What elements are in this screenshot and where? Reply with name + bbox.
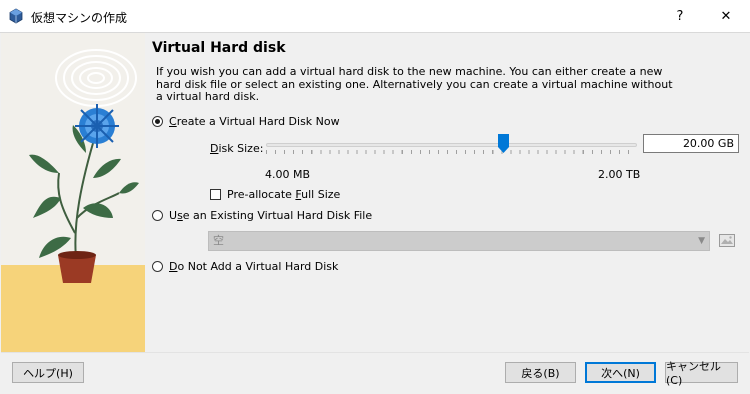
- no-disk-radio[interactable]: [152, 261, 163, 272]
- existing-disk-label[interactable]: Use an Existing Virtual Hard Disk File: [169, 209, 372, 222]
- existing-disk-label-suffix: e an Existing Virtual Hard Disk File: [182, 209, 373, 222]
- button-bar-divider: [1, 352, 749, 353]
- no-disk-label[interactable]: Do Not Add a Virtual Hard Disk: [169, 260, 338, 273]
- back-button[interactable]: 戻る(B): [505, 362, 576, 383]
- create-disk-label-suffix: reate a Virtual Hard Disk Now: [176, 115, 340, 128]
- preallocate-label-suffix: ull Size: [301, 188, 341, 201]
- create-disk-radio[interactable]: [152, 116, 163, 127]
- window-title: 仮想マシンの作成: [31, 11, 128, 25]
- no-disk-label-suffix: o Not Add a Virtual Hard Disk: [177, 260, 339, 273]
- page-description: If you wish you can add a virtual hard d…: [156, 65, 673, 103]
- existing-disk-radio[interactable]: [152, 210, 163, 221]
- next-button[interactable]: 次へ(N): [585, 362, 656, 383]
- disk-size-slider-ticks: [266, 150, 637, 154]
- folder-open-icon[interactable]: [718, 231, 736, 249]
- disk-size-min-label: 4.00 MB: [265, 168, 311, 181]
- wizard-page: Virtual Hard disk If you wish you can ad…: [145, 33, 750, 352]
- disk-size-max-label: 2.00 TB: [598, 168, 641, 181]
- help-title-button[interactable]: ?: [657, 0, 703, 32]
- no-disk-option[interactable]: Do Not Add a Virtual Hard Disk: [152, 260, 338, 273]
- existing-disk-option[interactable]: Use an Existing Virtual Hard Disk File: [152, 209, 372, 222]
- cancel-button[interactable]: キャンセル(C): [665, 360, 738, 387]
- disk-size-slider[interactable]: [266, 143, 637, 147]
- existing-disk-combo-value: 空: [213, 234, 224, 247]
- preallocate-label[interactable]: Pre-allocate Full Size: [227, 188, 340, 201]
- preallocate-checkbox[interactable]: [210, 189, 221, 200]
- page-title: Virtual Hard disk: [152, 40, 286, 56]
- close-button[interactable]: ✕: [703, 0, 749, 32]
- existing-disk-combo[interactable]: 空 ▼: [208, 231, 710, 251]
- wizard-illustration: [1, 33, 145, 352]
- virtualbox-icon: [9, 8, 23, 24]
- create-disk-label[interactable]: Create a Virtual Hard Disk Now: [169, 115, 340, 128]
- disk-size-label-rest: isk Size:: [218, 142, 264, 155]
- chevron-down-icon: ▼: [698, 236, 705, 246]
- preallocate-label-prefix: Pre-allocate: [227, 188, 296, 201]
- title-bar: 仮想マシンの作成 ? ✕: [0, 0, 750, 32]
- disk-size-input[interactable]: 20.00 GB: [643, 134, 739, 153]
- disk-size-label: Disk Size:: [210, 142, 263, 155]
- existing-disk-label-prefix: U: [169, 209, 178, 222]
- help-button[interactable]: ヘルプ(H): [12, 362, 84, 383]
- disk-size-slider-thumb[interactable]: [498, 134, 509, 153]
- create-disk-label-mnemonic: C: [169, 115, 177, 128]
- preallocate-option[interactable]: Pre-allocate Full Size: [210, 188, 340, 201]
- create-disk-option[interactable]: Create a Virtual Hard Disk Now: [152, 115, 340, 128]
